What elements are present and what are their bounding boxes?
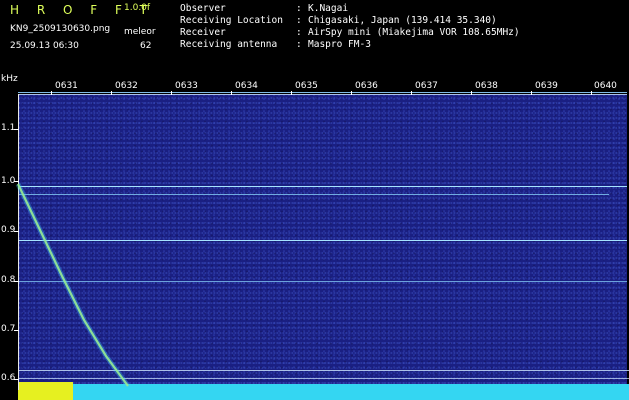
- x-tick-label: 0632: [115, 81, 138, 91]
- y-tick-mark: [14, 231, 19, 232]
- x-tick-label: 0639: [535, 81, 558, 91]
- x-tick-mark: [231, 91, 232, 95]
- x-tick-label: 0633: [175, 81, 198, 91]
- x-tick-label: 0637: [415, 81, 438, 91]
- y-tick-mark: [14, 181, 19, 182]
- x-tick-label: 0640: [594, 81, 617, 91]
- x-tick-mark: [291, 91, 292, 95]
- x-tick-label: 0638: [475, 81, 498, 91]
- x-tick-label: 0631: [55, 81, 78, 91]
- x-tick-mark: [351, 91, 352, 95]
- meteor-trail: [15, 182, 131, 388]
- x-tick-mark: [531, 91, 532, 95]
- x-tick-mark: [591, 91, 592, 95]
- y-tick-mark: [14, 379, 19, 380]
- x-tick-label: 0635: [295, 81, 318, 91]
- x-tick-label: 0634: [235, 81, 258, 91]
- x-tick-mark: [411, 91, 412, 95]
- x-tick-mark: [51, 91, 52, 95]
- x-tick-label: 0636: [355, 81, 378, 91]
- y-tick-mark: [14, 281, 19, 282]
- x-tick-mark: [171, 91, 172, 95]
- y-tick-mark: [14, 129, 19, 130]
- y-tick-mark: [14, 330, 19, 331]
- x-tick-mark: [111, 91, 112, 95]
- x-tick-mark: [471, 91, 472, 95]
